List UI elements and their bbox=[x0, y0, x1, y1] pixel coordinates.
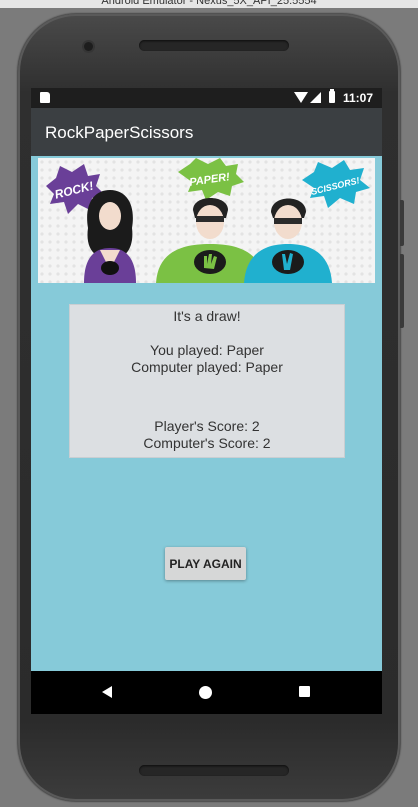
home-icon[interactable] bbox=[199, 686, 212, 699]
status-bar: 11:07 bbox=[31, 88, 382, 108]
status-clock: 11:07 bbox=[343, 91, 374, 105]
cell-signal-icon bbox=[310, 92, 321, 103]
back-icon[interactable] bbox=[102, 686, 112, 698]
result-panel: It's a draw! You played: Paper Computer … bbox=[69, 304, 345, 458]
emulator-window-title: Android Emulator - Nexus_5X_API_25:5554 bbox=[0, 0, 418, 8]
computer-played-text: Computer played: Paper bbox=[131, 359, 283, 375]
superheroes-banner: ROCK! PAPER! SCISSORS! bbox=[38, 158, 375, 283]
bottom-speaker bbox=[139, 765, 289, 776]
banner-illustration: ROCK! PAPER! SCISSORS! bbox=[38, 158, 375, 283]
power-button[interactable] bbox=[400, 200, 404, 246]
sd-card-icon bbox=[40, 92, 50, 103]
top-speaker bbox=[139, 40, 289, 51]
wifi-icon bbox=[294, 92, 308, 103]
volume-button[interactable] bbox=[400, 254, 404, 328]
app-title: RockPaperScissors bbox=[45, 123, 194, 142]
recents-icon[interactable] bbox=[299, 686, 310, 697]
you-played-text: You played: Paper bbox=[150, 342, 264, 358]
play-again-button[interactable]: PLAY AGAIN bbox=[165, 547, 246, 580]
player-score-text: Player's Score: 2 bbox=[154, 418, 260, 434]
battery-charging-icon bbox=[329, 89, 335, 103]
outcome-text: It's a draw! bbox=[173, 308, 241, 324]
app-bar: RockPaperScissors bbox=[31, 108, 382, 156]
computer-score-text: Computer's Score: 2 bbox=[143, 435, 271, 451]
device-screen: 11:07 RockPaperScissors ROCK! PAPER! SCI… bbox=[31, 88, 382, 714]
front-camera bbox=[84, 42, 93, 51]
main-content: ROCK! PAPER! SCISSORS! It's a draw! You … bbox=[31, 156, 382, 671]
navigation-bar bbox=[31, 671, 382, 714]
rock-hero bbox=[84, 190, 136, 283]
